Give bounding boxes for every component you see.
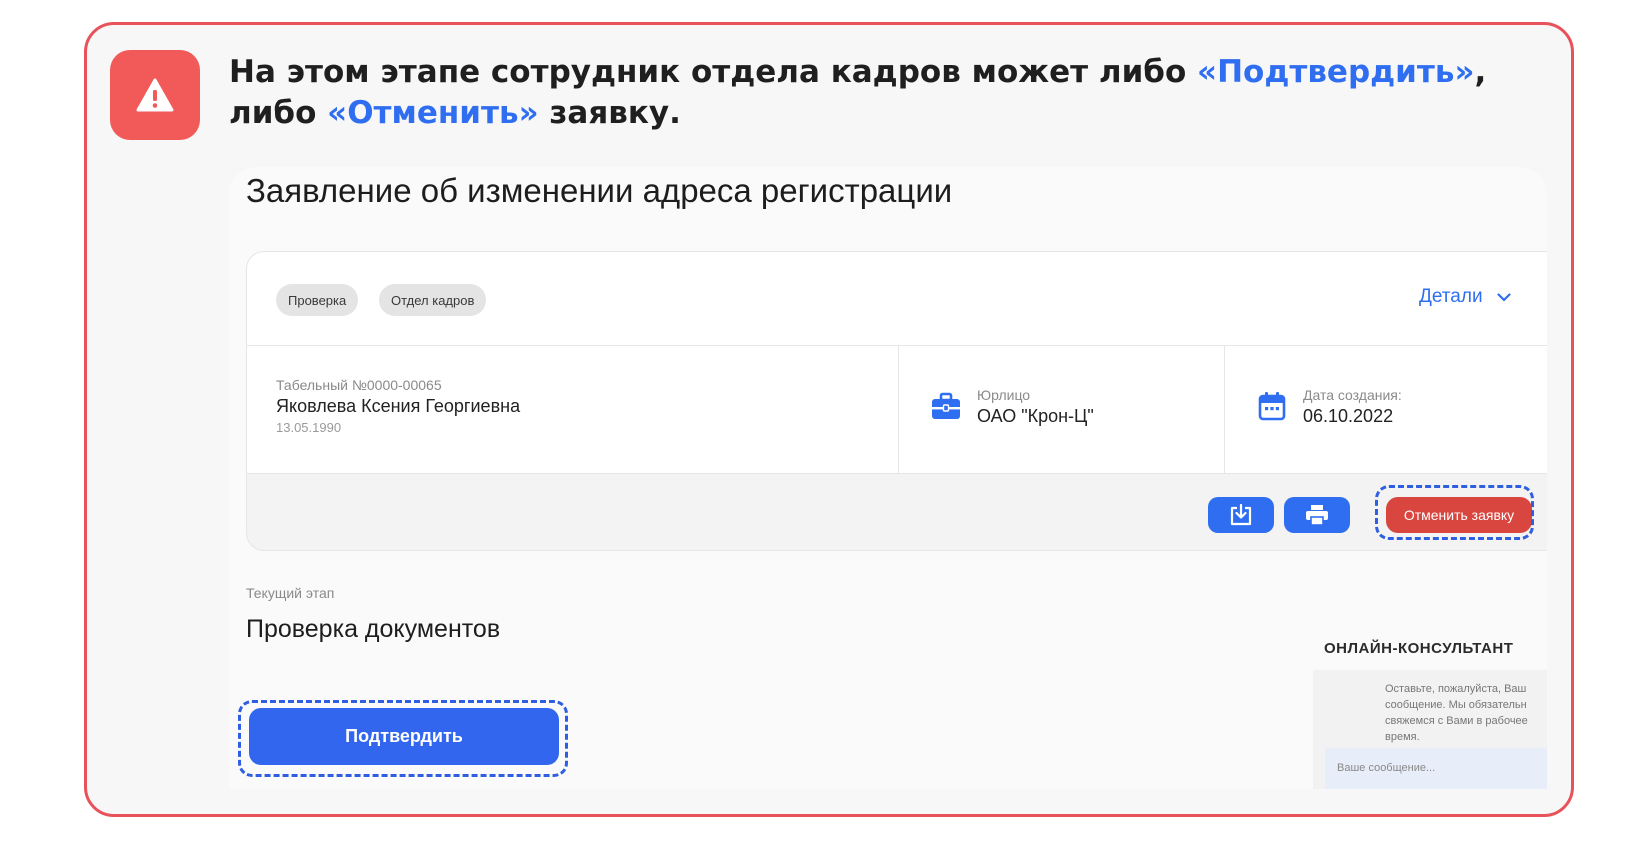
details-toggle[interactable]: Детали: [1419, 286, 1511, 308]
card-actions: Отменить заявку: [247, 474, 1547, 550]
current-stage-value: Проверка документов: [246, 615, 501, 643]
created-label: Дата создания:: [1303, 387, 1402, 403]
entity-label: Юрлицо: [977, 387, 1031, 403]
print-button[interactable]: [1284, 497, 1350, 533]
created-value: 06.10.2022: [1303, 406, 1394, 426]
birth-date: 13.05.1990: [276, 420, 342, 435]
headline-line-2: либо «Отменить» заявку.: [229, 95, 681, 131]
card-header: Проверка Отдел кадров Детали: [247, 252, 1547, 346]
current-stage-label: Текущий этап: [246, 585, 335, 601]
briefcase-icon: [932, 392, 960, 419]
request-card: Проверка Отдел кадров Детали Табельный №…: [246, 251, 1547, 551]
consultant-title: ОНЛАЙН-КОНСУЛЬТАНТ: [1324, 640, 1514, 657]
cancel-highlight-outline: [1375, 485, 1534, 540]
warning-triangle-icon: [136, 78, 174, 112]
status-tag-check: Проверка: [276, 284, 359, 316]
chevron-down-icon: [1496, 292, 1511, 301]
entity-info: Юрлицо ОАО "Крон-Ц": [899, 346, 1225, 474]
details-label: Детали: [1419, 286, 1483, 307]
consultant-message: Оставьте, пожалуйста, Ваш сообщение. Мы …: [1385, 683, 1528, 743]
callout-headline: На этом этапе сотрудник отдела кадров мо…: [229, 52, 1529, 134]
headline-line-1: На этом этапе сотрудник отдела кадров мо…: [229, 54, 1487, 90]
consultant-message-input[interactable]: Ваше сообщение...: [1325, 748, 1547, 789]
confirm-highlight: «Подтвердить»: [1197, 54, 1475, 90]
tab-number: Табельный №0000-00065: [276, 377, 442, 393]
created-date-info: Дата создания: 06.10.2022: [1225, 346, 1547, 474]
confirm-highlight-outline: [238, 700, 568, 777]
download-icon: [1230, 504, 1252, 526]
page-title: Заявление об изменении адреса регистраци…: [246, 172, 953, 209]
cancel-highlight: «Отменить»: [327, 95, 539, 131]
download-button[interactable]: [1208, 497, 1274, 533]
consultant-widget: Оставьте, пожалуйста, Ваш сообщение. Мы …: [1313, 670, 1547, 789]
employee-name: Яковлева Ксения Георгиевна: [276, 396, 521, 416]
warning-badge: [110, 50, 200, 140]
status-tag-department: Отдел кадров: [379, 284, 487, 316]
application-screen: Заявление об изменении адреса регистраци…: [229, 167, 1547, 789]
employee-info: Табельный №0000-00065 Яковлева Ксения Ге…: [247, 346, 899, 474]
entity-value: ОАО "Крон-Ц": [977, 406, 1094, 426]
calendar-icon: [1258, 392, 1286, 421]
card-info-row: Табельный №0000-00065 Яковлева Ксения Ге…: [247, 346, 1547, 474]
printer-icon: [1306, 505, 1328, 526]
